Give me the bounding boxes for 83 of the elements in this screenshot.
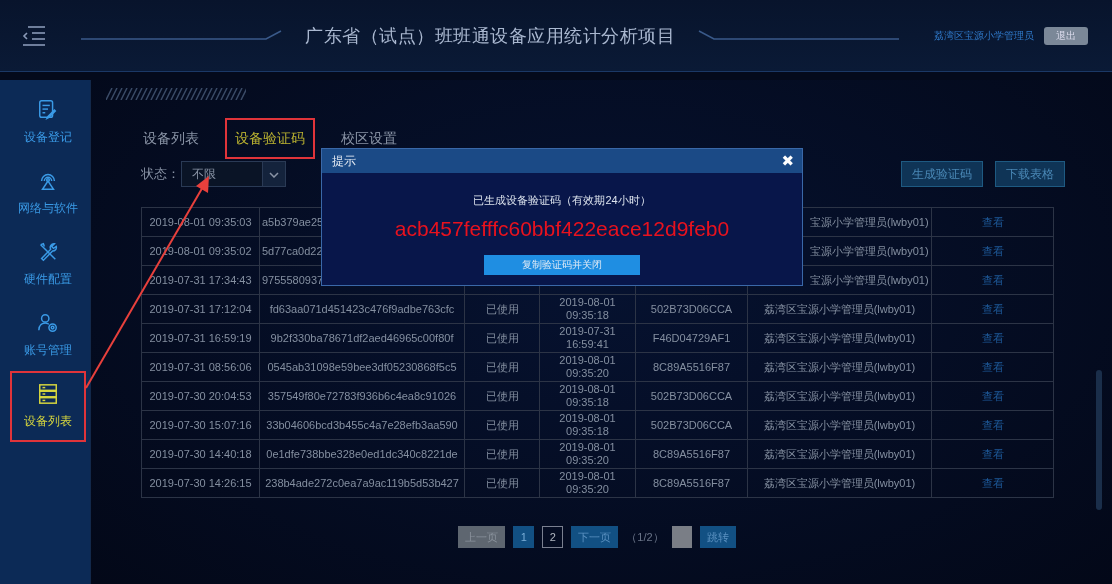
table-cell: 357549f80e72783f936b6c4ea8c91026 — [259, 381, 465, 411]
table-cell: 2019-07-31 17:34:43 — [141, 265, 260, 295]
table-cell: fd63aa071d451423c476f9adbe763cfc — [259, 294, 465, 324]
table-cell: 2019-07-31 17:12:04 — [141, 294, 260, 324]
view-link[interactable]: 查看 — [981, 244, 1004, 257]
sidebar-item[interactable]: 网络与软件 — [10, 158, 86, 229]
view-link[interactable]: 查看 — [981, 215, 1004, 228]
table-cell: 荔湾区宝源小学管理员(lwby01) — [747, 439, 932, 469]
jump-button[interactable]: 跳转 — [699, 526, 736, 548]
view-link[interactable]: 查看 — [981, 418, 1004, 431]
table-cell: 2019-07-30 15:07:16 — [141, 410, 260, 440]
table-cell: 0e1dfe738bbe328e0ed1dc340c8221de — [259, 439, 465, 469]
table-cell: 荔湾区宝源小学管理员(lwby01) — [747, 468, 932, 498]
table-cell: 2019-07-31 16:59:41 — [539, 323, 636, 353]
page-button[interactable]: 1 — [513, 526, 535, 548]
action-button[interactable]: 下载表格 — [995, 161, 1065, 187]
view-link[interactable]: 查看 — [981, 331, 1004, 344]
close-button[interactable]: ✖ — [781, 152, 794, 170]
table-cell: 502B73D06CCA — [635, 294, 748, 324]
action-button[interactable]: 生成验证码 — [901, 161, 983, 187]
tab[interactable]: 设备验证码 — [225, 118, 315, 159]
table-cell: 荔湾区宝源小学管理员(lwby01) — [747, 294, 932, 324]
table-cell: 8C89A5516F87 — [635, 352, 748, 382]
user-name: 荔湾区宝源小学管理员 — [934, 28, 1034, 43]
sidebar-item[interactable]: 设备列表 — [10, 371, 86, 442]
table-cell: 已使用 — [464, 381, 540, 411]
table-cell: 2019-08-01 09:35:18 — [539, 381, 636, 411]
user-gear-icon — [37, 312, 59, 334]
table-cell: 已使用 — [464, 294, 540, 324]
table-cell: 2019-07-30 14:26:15 — [141, 468, 260, 498]
sidebar-item[interactable]: 设备登记 — [10, 87, 86, 158]
table-cell: 已使用 — [464, 410, 540, 440]
filter-label: 状态： — [141, 165, 181, 183]
view-link[interactable]: 查看 — [981, 447, 1004, 460]
table-cell: 荔湾区宝源小学管理员(lwby01) — [747, 352, 932, 382]
dialog-title: 提示 — [332, 152, 356, 170]
table-cell: 已使用 — [464, 439, 540, 469]
table-cell: 0545ab31098e59bee3df05230868f5c5 — [259, 352, 465, 382]
table-cell: 238b4ade272c0ea7a9ac119b5d53b427 — [259, 468, 465, 498]
copy-close-button[interactable]: 复制验证码并关闭 — [484, 255, 640, 275]
table-cell: 9b2f330ba78671df2aed46965c00f80f — [259, 323, 465, 353]
sidebar-item[interactable]: 硬件配置 — [10, 229, 86, 300]
table-cell: 502B73D06CCA — [635, 410, 748, 440]
table-cell: 2019-07-31 16:59:19 — [141, 323, 260, 353]
table-cell: 2019-07-30 14:40:18 — [141, 439, 260, 469]
table-cell: 荔湾区宝源小学管理员(lwby01) — [747, 381, 932, 411]
logout-button[interactable]: 退出 — [1044, 26, 1088, 45]
table-cell: 2019-08-01 09:35:20 — [539, 352, 636, 382]
tab[interactable]: 设备列表 — [133, 126, 209, 151]
table-cell: 已使用 — [464, 352, 540, 382]
tools-icon — [37, 241, 59, 263]
app-title: 广东省（试点）班班通设备应用统计分析项目 — [305, 24, 675, 48]
status-select[interactable]: 不限 — [181, 161, 286, 187]
table-cell: 已使用 — [464, 468, 540, 498]
view-link[interactable]: 查看 — [981, 302, 1004, 315]
menu-icon[interactable] — [20, 24, 46, 47]
table-cell: F46D04729AF1 — [635, 323, 748, 353]
view-link[interactable]: 查看 — [981, 476, 1004, 489]
table-cell: 33b04606bcd3b455c4a7e28efb3aa590 — [259, 410, 465, 440]
table-cell: 已使用 — [464, 323, 540, 353]
table-cell: 2019-08-01 09:35:18 — [539, 294, 636, 324]
view-link[interactable]: 查看 — [981, 389, 1004, 402]
server-icon — [37, 383, 59, 405]
tab[interactable]: 校区设置 — [331, 126, 407, 151]
table-cell: 2019-07-31 08:56:06 — [141, 352, 260, 382]
table-cell: 荔湾区宝源小学管理员(lwby01) — [747, 410, 932, 440]
page-input[interactable] — [671, 526, 692, 548]
page-info: （1/2） — [626, 530, 664, 545]
table-cell: 2019-08-01 09:35:20 — [539, 468, 636, 498]
table-cell: 2019-07-30 20:04:53 — [141, 381, 260, 411]
document-pen-icon — [37, 99, 59, 121]
table-cell: 8C89A5516F87 — [635, 468, 748, 498]
table-cell: 502B73D06CCA — [635, 381, 748, 411]
sidebar-item[interactable]: 账号管理 — [10, 300, 86, 371]
table-cell: 2019-08-01 09:35:18 — [539, 410, 636, 440]
caret-icon — [269, 172, 279, 178]
table-cell: 荔湾区宝源小学管理员(lwby01) — [747, 323, 932, 353]
view-link[interactable]: 查看 — [981, 360, 1004, 373]
view-link[interactable]: 查看 — [981, 273, 1004, 286]
dialog-message: 已生成设备验证码（有效期24小时） — [473, 193, 651, 208]
page-button[interactable]: 2 — [542, 526, 564, 548]
table-cell: 8C89A5516F87 — [635, 439, 748, 469]
table-cell: 2019-08-01 09:35:20 — [539, 439, 636, 469]
